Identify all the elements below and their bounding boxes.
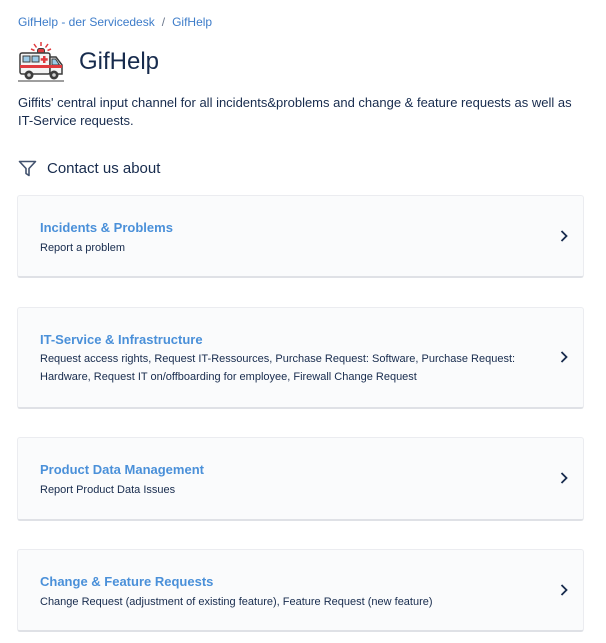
request-type-description: Report a problem <box>40 242 125 254</box>
request-type-description: Change Request (adjustment of existing f… <box>40 596 433 608</box>
request-type-title: IT-Service & Infrastructure <box>40 332 203 347</box>
request-type-product-data-management[interactable]: Product Data Management Report Product D… <box>17 437 584 521</box>
request-type-title: Change & Feature Requests <box>40 574 214 589</box>
chevron-right-icon <box>560 351 568 363</box>
contact-section-heading: Contact us about <box>18 160 160 177</box>
section-title: Contact us about <box>47 160 161 177</box>
filter-icon <box>18 160 37 177</box>
breadcrumb-link-servicedesk[interactable]: GifHelp - der Servicedesk <box>18 15 155 29</box>
request-type-title: Incidents & Problems <box>40 220 173 235</box>
request-type-title: Product Data Management <box>40 462 204 477</box>
chevron-right-icon <box>560 472 568 484</box>
breadcrumb-link-gifhelp[interactable]: GifHelp <box>172 15 212 29</box>
page-header: GifHelp <box>18 40 159 84</box>
chevron-right-icon <box>560 230 568 242</box>
request-type-incidents-problems[interactable]: Incidents & Problems Report a problem <box>17 195 584 278</box>
page-title: GifHelp <box>79 48 160 75</box>
request-type-description: Report Product Data Issues <box>40 484 176 496</box>
request-type-description: Request access rights, Request IT-Ressou… <box>40 353 516 383</box>
request-type-it-service-infrastructure[interactable]: IT-Service & Infrastructure Request acce… <box>17 307 584 409</box>
portal-description: Giffits' central input channel for all i… <box>18 95 572 128</box>
chevron-right-icon <box>560 584 568 596</box>
breadcrumb: GifHelp - der Servicedesk / GifHelp <box>18 15 212 29</box>
request-type-change-feature-requests[interactable]: Change & Feature Requests Change Request… <box>17 549 584 632</box>
breadcrumb-separator: / <box>161 15 166 29</box>
ambulance-icon <box>18 42 64 82</box>
